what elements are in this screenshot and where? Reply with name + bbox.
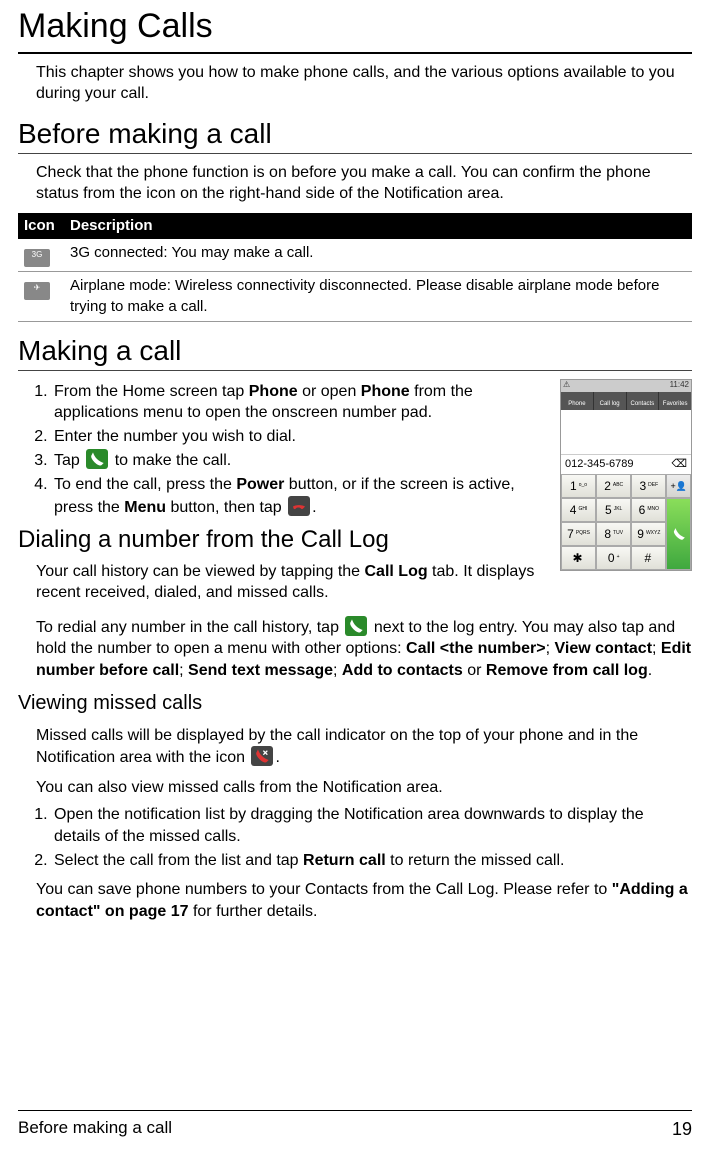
key-3[interactable]: 3DEF — [631, 474, 666, 498]
row2-desc: Airplane mode: Wireless connectivity dis… — [64, 272, 692, 322]
table-row: 3G 3G connected: You may make a call. — [18, 239, 692, 272]
phone-status-bar: ⚠ 11:42 — [561, 380, 691, 392]
missed-p2: You can also view missed calls from the … — [36, 777, 692, 799]
key-9[interactable]: 9WXYZ — [631, 522, 666, 546]
phone-tabs: Phone Call log Contacts Favorites — [561, 392, 691, 410]
missed-steps: Open the notification list by dragging t… — [52, 804, 692, 871]
key-5[interactable]: 5JKL — [596, 498, 631, 522]
table-header-icon: Icon — [18, 213, 64, 239]
3g-icon: 3G — [24, 249, 50, 267]
tab-contacts[interactable]: Contacts — [627, 392, 660, 410]
tab-calllog[interactable]: Call log — [594, 392, 627, 410]
status-left: ⚠ — [563, 380, 570, 392]
page-number: 19 — [672, 1117, 692, 1141]
key-0[interactable]: 0+ — [596, 546, 631, 570]
key-call[interactable] — [666, 498, 691, 570]
page-footer: Before making a call 19 — [18, 1110, 692, 1141]
calllog-p2: To redial any number in the call history… — [36, 616, 692, 682]
row1-desc: 3G connected: You may make a call. — [64, 239, 692, 272]
key-7[interactable]: 7PQRS — [561, 522, 596, 546]
end-call-icon — [288, 496, 310, 516]
dialed-number: 012-345-6789 — [565, 457, 634, 472]
table-header-description: Description — [64, 213, 692, 239]
airplane-icon: ✈ — [24, 282, 50, 300]
section-missed-title: Viewing missed calls — [18, 690, 692, 717]
section-making-title: Making a call — [18, 332, 692, 371]
call-icon — [672, 527, 686, 541]
key-add-contact[interactable]: +👤 — [666, 474, 691, 498]
section-before-title: Before making a call — [18, 115, 692, 154]
phone-screenshot: ⚠ 11:42 Phone Call log Contacts Favorite… — [560, 379, 692, 571]
key-hash[interactable]: # — [631, 546, 666, 570]
intro-paragraph: This chapter shows you how to make phone… — [36, 62, 692, 105]
backspace-icon[interactable]: ⌫ — [671, 457, 687, 472]
key-8[interactable]: 8TUV — [596, 522, 631, 546]
phone-display-blank — [561, 410, 691, 454]
footer-section: Before making a call — [18, 1117, 172, 1141]
keypad: 1o_o 2ABC 3DEF +👤 4GHI 5JKL 6MNO 7PQRS 8… — [561, 474, 691, 570]
call-icon — [345, 616, 367, 636]
missed-p3: You can save phone numbers to your Conta… — [36, 879, 692, 922]
chapter-title: Making Calls — [18, 4, 692, 54]
dialed-number-field[interactable]: 012-345-6789 ⌫ — [561, 454, 691, 474]
missed-call-icon — [251, 746, 273, 766]
key-4[interactable]: 4GHI — [561, 498, 596, 522]
table-row: ✈ Airplane mode: Wireless connectivity d… — [18, 272, 692, 322]
tab-phone[interactable]: Phone — [561, 392, 594, 410]
missed-p1: Missed calls will be displayed by the ca… — [36, 725, 692, 769]
key-2[interactable]: 2ABC — [596, 474, 631, 498]
call-icon — [86, 449, 108, 469]
tab-favorites[interactable]: Favorites — [659, 392, 691, 410]
status-time: 11:42 — [670, 380, 689, 392]
key-1[interactable]: 1o_o — [561, 474, 596, 498]
before-body: Check that the phone function is on befo… — [36, 162, 692, 205]
key-star[interactable]: ✱ — [561, 546, 596, 570]
missed-step-1: Open the notification list by dragging t… — [52, 804, 692, 847]
icon-description-table: Icon Description 3G 3G connected: You ma… — [18, 213, 692, 322]
key-6[interactable]: 6MNO — [631, 498, 666, 522]
missed-step-2: Select the call from the list and tap Re… — [52, 850, 692, 872]
